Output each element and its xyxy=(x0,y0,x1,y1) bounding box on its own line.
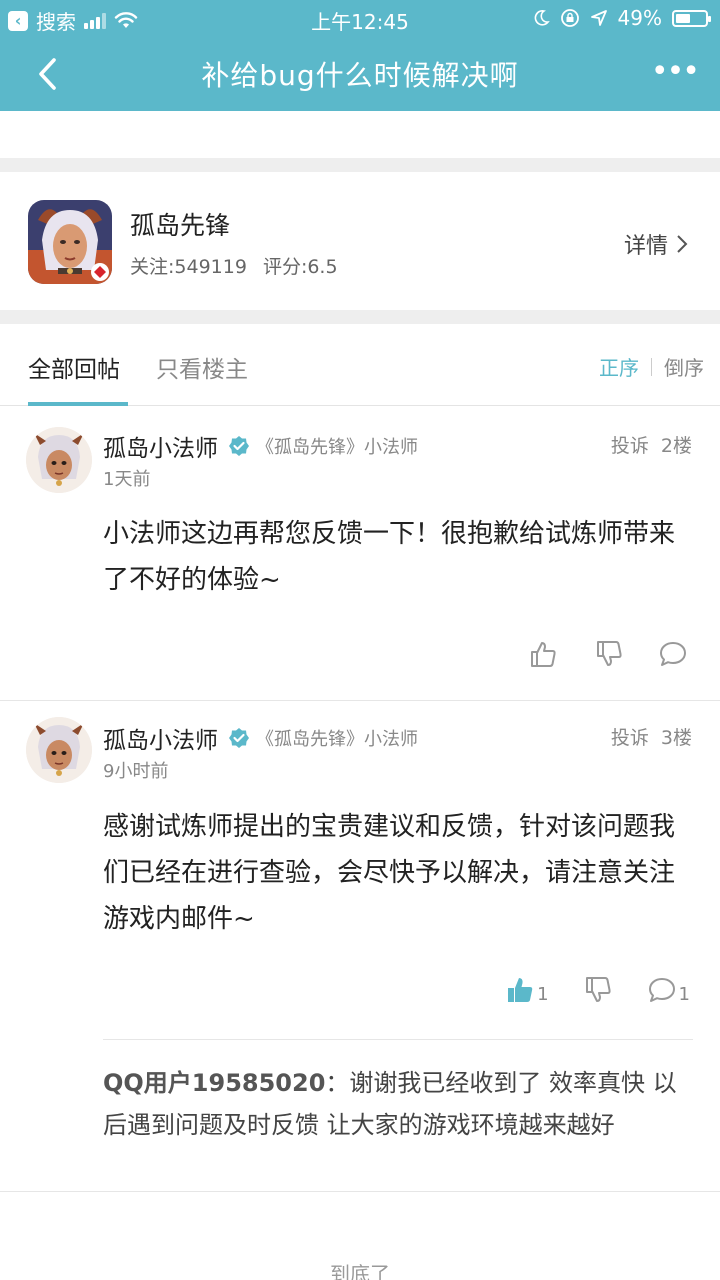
status-bar: ‹ 搜索 上午12:45 49% xyxy=(0,0,720,36)
game-card[interactable]: 孤岛先锋 关注:549119 评分:6.5 详情 xyxy=(0,172,720,310)
game-name[interactable]: 孤岛先锋 xyxy=(130,206,230,242)
sort-ascending[interactable]: 正序 xyxy=(599,352,639,381)
game-detail-link[interactable]: 详情 xyxy=(624,228,688,260)
author-name[interactable]: 孤岛小法师 xyxy=(103,429,218,463)
battery-percent: 49% xyxy=(617,6,662,30)
sort-separator xyxy=(651,357,652,376)
post-time: 1天前 xyxy=(103,469,151,490)
avatar[interactable] xyxy=(26,717,92,783)
sub-reply-user[interactable]: QQ用户19585020 xyxy=(103,1069,325,1097)
post-time: 9小时前 xyxy=(103,761,169,782)
status-right: 49% xyxy=(532,6,711,30)
location-icon xyxy=(590,10,607,26)
post-meta-right: 投诉 3楼 xyxy=(611,723,692,750)
like-count: 1 xyxy=(537,984,549,1005)
verified-badge-icon xyxy=(228,435,250,457)
nav-bar: 补给bug什么时候解决啊 ••• xyxy=(0,36,720,111)
dislike-button[interactable] xyxy=(594,639,624,669)
game-score: 评分:6.5 xyxy=(262,256,338,278)
moon-icon xyxy=(534,10,550,26)
author-row: 孤岛小法师 《孤岛先锋》小法师 xyxy=(103,429,418,463)
author-name[interactable]: 孤岛小法师 xyxy=(103,721,218,755)
avatar[interactable] xyxy=(26,427,92,493)
post-actions xyxy=(528,639,690,669)
thumbs-up-icon xyxy=(531,642,556,667)
follow-count: 关注:549119 xyxy=(130,256,247,278)
floor-number: 3楼 xyxy=(660,727,692,749)
sort-toggle: 正序 倒序 xyxy=(599,352,704,381)
author-row: 孤岛小法师 《孤岛先锋》小法师 xyxy=(103,721,418,755)
reply-post: 孤岛小法师 《孤岛先锋》小法师 1天前 投诉 2楼 小法师这边再帮您反馈一下！很… xyxy=(0,407,720,701)
sub-reply[interactable]: QQ用户19585020：谢谢我已经收到了 效率真快 以后遇到问题及时反馈 让大… xyxy=(103,1039,693,1146)
more-menu-icon[interactable]: ••• xyxy=(651,54,700,89)
section-divider xyxy=(0,158,720,172)
game-detail-label: 详情 xyxy=(623,234,668,259)
post-body: 感谢试炼师提出的宝贵建议和反馈，针对该问题我们已经在进行查验，会尽快予以解决，请… xyxy=(103,812,676,934)
dislike-button[interactable] xyxy=(583,975,613,1005)
reply-post: 孤岛小法师 《孤岛先锋》小法师 9小时前 投诉 3楼 感谢试炼师提出的宝贵建议和… xyxy=(0,701,720,1191)
back-icon[interactable] xyxy=(34,56,66,92)
top-bar: ‹ 搜索 上午12:45 49% 补给bug什么时候解决啊 ••• xyxy=(0,0,720,111)
page-title: 补给bug什么时候解决啊 xyxy=(201,59,519,92)
thumbs-up-filled-icon xyxy=(508,978,533,1002)
post-meta-right: 投诉 2楼 xyxy=(611,431,692,458)
post-body: 小法师这边再帮您反馈一下！很抱歉给试炼师带来了不好的体验~ xyxy=(103,519,676,595)
chevron-right-icon xyxy=(677,235,688,253)
game-icon[interactable] xyxy=(28,200,112,284)
comment-icon xyxy=(660,642,686,666)
active-tab-indicator xyxy=(28,402,128,406)
like-button[interactable]: 1 xyxy=(505,975,549,1005)
report-link[interactable]: 投诉 xyxy=(611,723,649,750)
report-link[interactable]: 投诉 xyxy=(611,431,649,458)
sort-descending[interactable]: 倒序 xyxy=(664,352,704,381)
post-divider xyxy=(0,1191,720,1192)
tab-all-replies[interactable]: 全部回帖 xyxy=(28,350,120,384)
comment-button[interactable]: 1 xyxy=(647,975,690,1005)
game-meta: 关注:549119 评分:6.5 xyxy=(130,252,338,279)
reply-tabs: 全部回帖 只看楼主 正序 倒序 xyxy=(0,324,720,406)
comment-button[interactable] xyxy=(658,639,690,669)
thumbs-down-icon xyxy=(585,977,611,1002)
section-divider xyxy=(0,310,720,324)
comment-icon xyxy=(648,978,675,1002)
verified-badge-icon xyxy=(228,727,250,749)
end-of-list: 到底了 xyxy=(330,1262,390,1280)
post-actions: 1 1 xyxy=(505,975,690,1005)
thumbs-down-icon xyxy=(597,641,622,666)
author-tag: 《孤岛先锋》小法师 xyxy=(256,729,418,750)
battery-icon xyxy=(672,9,711,27)
author-tag: 《孤岛先锋》小法师 xyxy=(256,437,418,458)
like-button[interactable] xyxy=(528,639,560,669)
rotation-lock-icon xyxy=(560,9,579,27)
tab-owner-only[interactable]: 只看楼主 xyxy=(156,350,248,384)
floor-number: 2楼 xyxy=(660,435,692,457)
comment-count: 1 xyxy=(678,984,690,1005)
